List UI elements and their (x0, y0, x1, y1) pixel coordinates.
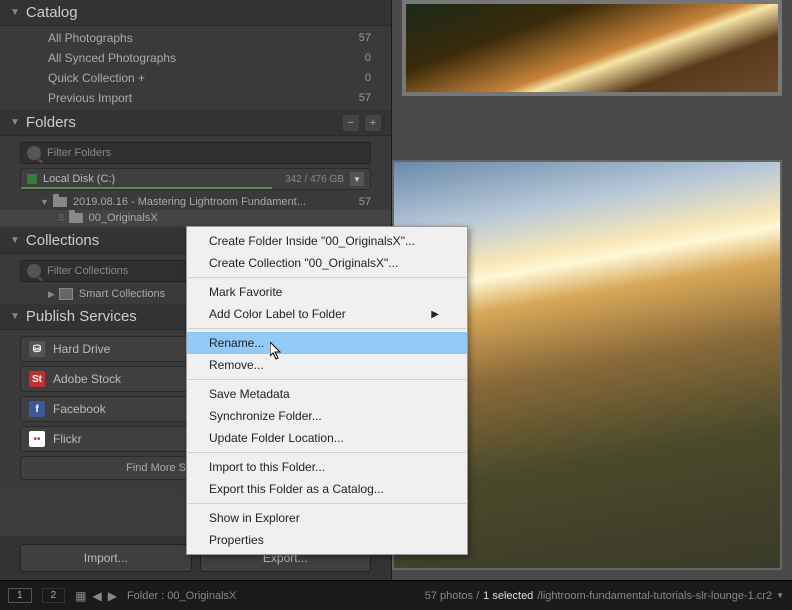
context-menu-item[interactable]: Mark Favorite (187, 281, 467, 303)
catalog-item[interactable]: All Synced Photographs 0 (0, 48, 391, 68)
grid-view-icon[interactable]: ▦ (75, 589, 86, 603)
context-menu-item[interactable]: Update Folder Location... (187, 427, 467, 449)
plus-icon[interactable]: + (365, 115, 381, 131)
context-menu-item[interactable]: Import to this Folder... (187, 456, 467, 478)
status-file-path[interactable]: /lightroom-fundamental-tutorials-slr-lou… (537, 590, 772, 602)
minus-icon[interactable]: − (343, 115, 359, 131)
filmstrip-thumbnail[interactable] (402, 0, 782, 96)
context-menu-separator (188, 503, 466, 504)
catalog-item[interactable]: All Photographs 57 (0, 28, 391, 48)
status-bar: 1 2 ▦ ◀ ▶ Folder : 00_OriginalsX 57 phot… (0, 580, 792, 610)
collection-set-icon (59, 288, 73, 300)
disclosure-triangle-icon: ▼ (10, 7, 20, 18)
context-menu-item[interactable]: Add Color Label to Folder▶ (187, 303, 467, 325)
context-menu-item[interactable]: Show in Explorer (187, 507, 467, 529)
secondary-display-1-button[interactable]: 1 (8, 588, 32, 603)
folder-icon (69, 213, 83, 223)
chevron-down-icon[interactable]: ▼ (776, 591, 784, 600)
disclosure-triangle-icon[interactable]: ▼ (40, 197, 49, 207)
nav-back-icon[interactable]: ◀ (92, 589, 101, 603)
folders-panel-header[interactable]: ▼ Folders − + (0, 110, 391, 136)
catalog-panel-header[interactable]: ▼ Catalog (0, 0, 391, 26)
catalog-panel-body: All Photographs 57 All Synced Photograph… (0, 26, 391, 110)
disclosure-triangle-icon: ▼ (10, 235, 20, 246)
nav-forward-icon[interactable]: ▶ (108, 589, 117, 603)
context-menu-item[interactable]: Properties (187, 529, 467, 551)
context-menu-item[interactable]: Save Metadata (187, 383, 467, 405)
context-menu-item[interactable]: Synchronize Folder... (187, 405, 467, 427)
flickr-icon: •• (29, 431, 45, 447)
status-selected-count: 1 selected (483, 590, 533, 602)
disclosure-triangle-icon: ▼ (10, 311, 20, 322)
catalog-item[interactable]: Quick Collection + 0 (0, 68, 391, 88)
adobe-stock-icon: St (29, 371, 45, 387)
disclosure-triangle-icon[interactable]: ▶ (48, 289, 55, 300)
context-menu-item[interactable]: Create Folder Inside "00_OriginalsX"... (187, 230, 467, 252)
context-menu-item[interactable]: Create Collection "00_OriginalsX"... (187, 252, 467, 274)
folder-context-menu: Create Folder Inside "00_OriginalsX"...C… (186, 226, 468, 555)
chevron-down-icon[interactable]: ▼ (350, 172, 364, 186)
context-menu-item[interactable]: Rename... (187, 332, 467, 354)
search-icon (27, 264, 41, 278)
context-menu-separator (188, 379, 466, 380)
context-menu-separator (188, 452, 466, 453)
import-button[interactable]: Import... (20, 544, 192, 572)
catalog-item[interactable]: Previous Import 57 (0, 88, 391, 108)
hard-drive-icon: ⛁ (29, 341, 45, 357)
filter-folders-input[interactable]: Filter Folders (20, 142, 371, 164)
context-menu-item[interactable]: Remove... (187, 354, 467, 376)
context-menu-separator (188, 277, 466, 278)
status-folder-label[interactable]: Folder : 00_OriginalsX (127, 590, 236, 602)
search-icon (27, 146, 41, 160)
facebook-icon: f (29, 401, 45, 417)
panel-title: Folders (26, 114, 343, 131)
folder-tree-item-selected[interactable]: ⠿ 00_OriginalsX (0, 210, 391, 226)
status-photo-count: 57 photos / (425, 590, 479, 602)
folder-icon (53, 197, 67, 207)
volume-status-icon (27, 174, 37, 184)
context-menu-item[interactable]: Export this Folder as a Catalog... (187, 478, 467, 500)
disclosure-handle-icon[interactable]: ⠿ (58, 213, 65, 224)
context-menu-separator (188, 328, 466, 329)
submenu-arrow-icon: ▶ (431, 309, 439, 320)
folders-panel-body: Filter Folders Local Disk (C:) 342 / 476… (0, 136, 391, 228)
disclosure-triangle-icon: ▼ (10, 117, 20, 128)
volume-row[interactable]: Local Disk (C:) 342 / 476 GB ▼ (20, 168, 371, 190)
folder-tree-item[interactable]: ▼ 2019.08.16 - Mastering Lightroom Funda… (0, 194, 391, 210)
disk-usage-bar (21, 187, 272, 189)
secondary-display-2-button[interactable]: 2 (42, 588, 66, 603)
panel-title: Catalog (26, 4, 381, 21)
